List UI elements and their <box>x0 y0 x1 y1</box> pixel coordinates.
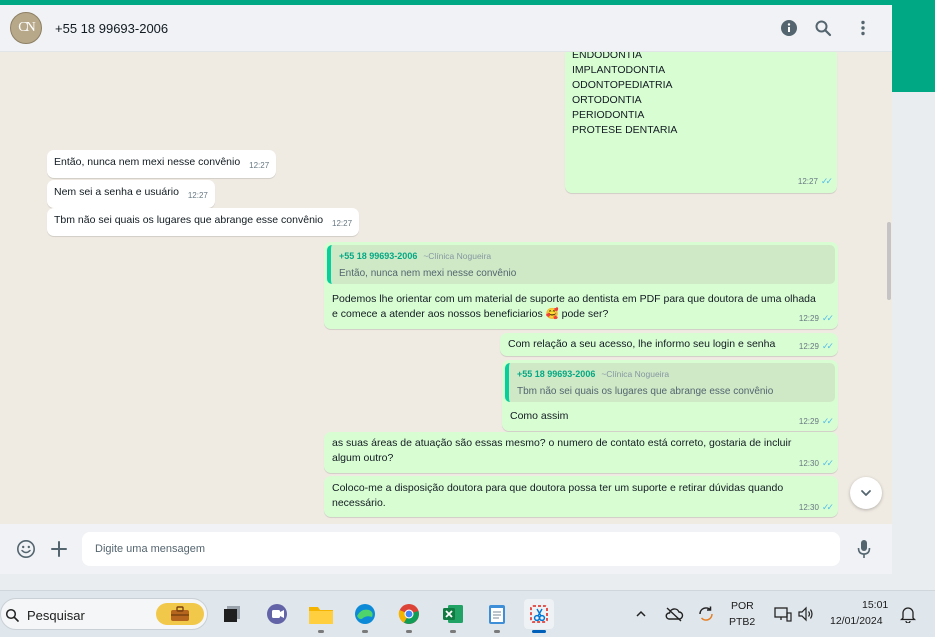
excel-icon[interactable] <box>438 599 468 633</box>
taskbar-search[interactable]: Pesquisar <box>0 598 208 630</box>
chrome-browser-icon[interactable] <box>394 599 424 633</box>
keyboard-layout[interactable]: PTB2 <box>729 616 755 628</box>
spec-item: ODONTOPEDIATRIA <box>572 79 673 91</box>
menu-icon[interactable] <box>852 17 874 39</box>
sync-icon[interactable] <box>691 599 721 629</box>
message-time: 12:30 <box>798 459 819 468</box>
message-text: Podemos lhe orientar com um material de … <box>332 293 816 320</box>
read-ticks-icon: ✓✓ <box>820 176 833 186</box>
chat-area[interactable]: ENDODONTIA IMPLANTODONTIA ODONTOPEDIATRI… <box>0 52 892 524</box>
message-time: 12:30 <box>798 503 819 512</box>
quote-author: +55 18 99693-2006 <box>517 369 596 379</box>
message-text: Como assim <box>510 410 569 422</box>
outgoing-message[interactable]: Com relação a seu acesso, lhe informo se… <box>500 333 838 356</box>
taskbar: Pesquisar POR PTB2 15:01 12/01/2024 <box>0 590 935 637</box>
message-text: Então, nunca nem mexi nesse convênio <box>54 156 241 168</box>
read-ticks-icon: ✓✓ <box>821 313 834 323</box>
notepad-icon[interactable] <box>482 599 512 633</box>
message-time: 12:29 <box>798 314 819 323</box>
message-time: 12:29 <box>798 417 819 426</box>
quoted-message[interactable]: +55 18 99693-2006 ~Clínica Nogueira Então… <box>327 245 835 284</box>
outgoing-message[interactable]: Coloco-me a disposição doutora para que … <box>324 476 838 517</box>
search-icon[interactable] <box>812 17 834 39</box>
message-text: Tbm não sei quais os lugares que abrange… <box>54 214 324 226</box>
message-input[interactable] <box>82 532 840 566</box>
chevron-up-icon[interactable] <box>626 599 656 629</box>
window-bottom-strip <box>0 574 892 590</box>
running-indicator <box>362 630 368 633</box>
specialty-list-message[interactable]: ENDODONTIA IMPLANTODONTIA ODONTOPEDIATRI… <box>565 52 837 193</box>
microphone-icon[interactable] <box>853 538 875 560</box>
message-time: 12:27 <box>249 161 270 170</box>
info-icon[interactable] <box>778 17 800 39</box>
edge-browser-icon[interactable] <box>350 599 380 633</box>
cloud-offline-icon[interactable] <box>659 599 689 629</box>
search-label: Pesquisar <box>27 608 85 623</box>
quote-text: Tbm não sei quais os lugares que abrange… <box>517 386 774 397</box>
quote-text: Então, nunca nem mexi nesse convênio <box>339 268 517 279</box>
snipping-tool-icon[interactable] <box>524 599 554 633</box>
outgoing-message[interactable]: as suas áreas de atuação são essas mesmo… <box>324 432 838 473</box>
clock-time[interactable]: 15:01 <box>862 599 888 611</box>
spec-item: PERIODONTIA <box>572 109 645 121</box>
read-ticks-icon: ✓✓ <box>821 502 834 512</box>
running-indicator <box>406 630 412 633</box>
briefcase-icon <box>156 603 204 625</box>
message-text: Coloco-me a disposição doutora para que … <box>332 482 784 509</box>
chevron-down-icon <box>861 490 871 496</box>
task-view-icon[interactable] <box>217 599 247 629</box>
clock-date[interactable]: 12/01/2024 <box>830 615 883 627</box>
input-language[interactable]: POR <box>731 600 754 612</box>
message-time: 12:27 <box>187 191 208 200</box>
spec-item: ORTODONTIA <box>572 94 642 106</box>
spec-item: IMPLANTODONTIA <box>572 64 666 76</box>
notification-bell-icon[interactable] <box>893 599 923 629</box>
outgoing-reply-message[interactable]: +55 18 99693-2006 ~Clínica Nogueira Então… <box>324 242 838 329</box>
running-indicator <box>494 630 500 633</box>
contact-name[interactable]: +55 18 99693-2006 <box>55 21 168 36</box>
message-text: Com relação a seu acesso, lhe informo se… <box>508 338 776 350</box>
incoming-message[interactable]: Nem sei a senha e usuário 12:27 <box>47 180 215 208</box>
running-indicator <box>450 630 456 633</box>
search-icon <box>5 608 19 622</box>
quote-author: +55 18 99693-2006 <box>339 251 418 261</box>
emoji-icon[interactable] <box>15 538 37 560</box>
read-ticks-icon: ✓✓ <box>821 416 834 426</box>
teams-chat-icon[interactable] <box>262 599 292 629</box>
volume-icon[interactable] <box>791 599 821 629</box>
file-explorer-icon[interactable] <box>306 599 336 633</box>
read-ticks-icon: ✓✓ <box>821 458 834 468</box>
read-ticks-icon: ✓✓ <box>821 341 834 351</box>
incoming-message[interactable]: Então, nunca nem mexi nesse convênio 12:… <box>47 150 277 178</box>
running-indicator <box>318 630 324 633</box>
avatar[interactable]: CN <box>10 12 42 44</box>
message-composer <box>0 524 892 574</box>
attach-plus-icon[interactable] <box>48 538 70 560</box>
quote-sender-name: ~Clínica Nogueira <box>601 369 670 379</box>
message-text: Nem sei a senha e usuário <box>54 186 179 198</box>
spec-item: ENDODONTIA <box>572 52 643 61</box>
spec-item: PROTESE DENTARIA <box>572 124 678 136</box>
chat-scrollbar[interactable] <box>887 222 891 300</box>
avatar-text: CN <box>18 20 36 35</box>
window-background-accent <box>892 0 935 92</box>
message-text: as suas áreas de atuação são essas mesmo… <box>332 437 792 464</box>
message-time: 12:29 <box>798 342 819 351</box>
quoted-message[interactable]: +55 18 99693-2006 ~Clínica Nogueira Tbm n… <box>505 363 835 402</box>
outgoing-reply-message[interactable]: +55 18 99693-2006 ~Clínica Nogueira Tbm n… <box>502 360 838 431</box>
message-time: 12:27 <box>797 177 818 186</box>
quote-sender-name: ~Clínica Nogueira <box>423 251 492 261</box>
incoming-message[interactable]: Tbm não sei quais os lugares que abrange… <box>47 208 360 236</box>
scroll-down-button[interactable] <box>850 477 882 509</box>
chat-header: CN +55 18 99693-2006 <box>0 5 892 52</box>
active-indicator <box>532 630 546 633</box>
message-time: 12:27 <box>332 219 353 228</box>
